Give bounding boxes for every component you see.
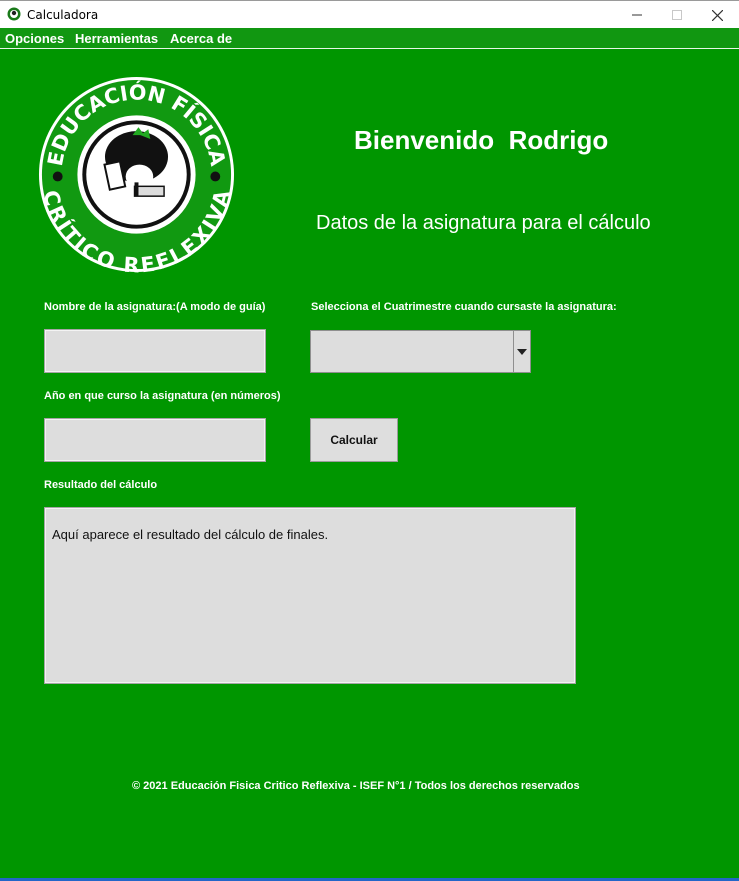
dropdown-arrow-button[interactable] — [513, 331, 530, 372]
app-icon — [7, 7, 21, 21]
subject-name-label: Nombre de la asignatura:(A modo de guía) — [44, 301, 266, 313]
minimize-icon — [632, 14, 642, 16]
welcome-heading: Bienvenido Rodrigo — [354, 125, 609, 155]
year-label: Año en que curso la asignatura (en númer… — [44, 390, 281, 402]
footer-copyright: © 2021 Educación Fisica Critico Reflexiv… — [132, 780, 580, 792]
window-title: Calculadora — [27, 8, 99, 22]
menu-opciones[interactable]: Opciones — [5, 31, 64, 46]
calculate-button[interactable]: Calcular — [310, 418, 398, 462]
maximize-icon — [672, 10, 682, 20]
year-input[interactable] — [44, 418, 266, 462]
close-icon — [711, 9, 723, 21]
subject-name-input[interactable] — [44, 329, 266, 373]
title-bar: Calculadora — [0, 0, 739, 28]
close-button[interactable] — [694, 1, 739, 29]
semester-select[interactable] — [310, 330, 531, 373]
menu-acerca-de[interactable]: Acerca de — [170, 31, 232, 46]
chevron-down-icon — [517, 348, 527, 355]
form-subtitle: Datos de la asignatura para el cálculo — [316, 212, 651, 234]
logo: EDUCACIÓN FÍSICA CRÍTICO REFLEXIVA — [38, 76, 235, 273]
semester-label: Selecciona el Cuatrimestre cuando cursas… — [311, 301, 617, 313]
menu-herramientas[interactable]: Herramientas — [75, 31, 158, 46]
main-content: EDUCACIÓN FÍSICA CRÍTICO REFLEXIVA Bienv… — [0, 49, 739, 878]
result-textarea[interactable]: Aquí aparece el resultado del cálculo de… — [44, 507, 576, 684]
result-label: Resultado del cálculo — [44, 479, 158, 491]
menu-bar: Opciones Herramientas Acerca de — [0, 28, 739, 49]
result-text: Aquí aparece el resultado del cálculo de… — [52, 527, 329, 542]
